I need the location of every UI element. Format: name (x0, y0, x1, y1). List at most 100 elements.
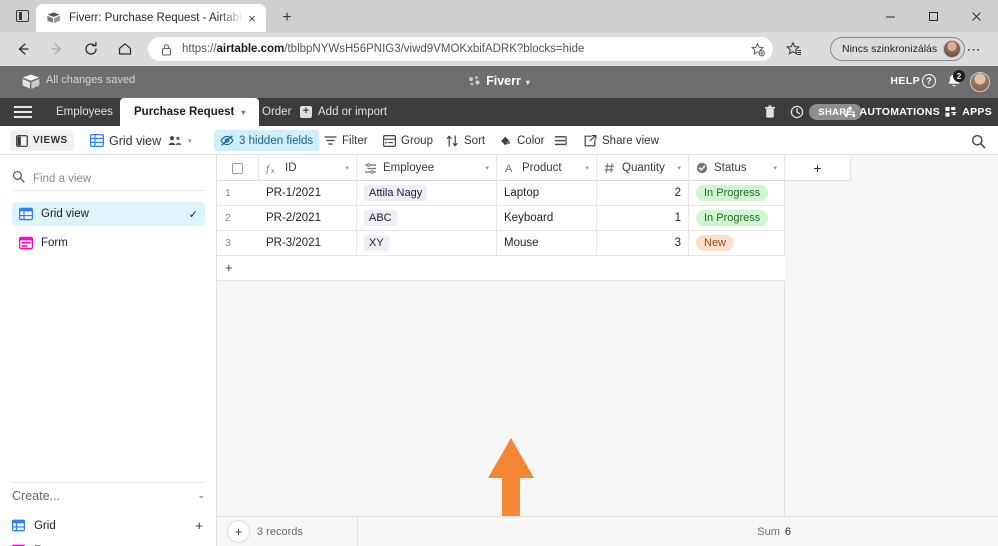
add-record-button[interactable]: + (227, 520, 250, 543)
cell-employee[interactable]: XY (357, 231, 497, 255)
cell-employee[interactable]: Attila Nagy (357, 181, 497, 205)
close-icon[interactable]: × (244, 10, 260, 26)
browser-menu-icon[interactable]: ⋯ (962, 38, 986, 60)
column-header-quantity[interactable]: Quantity ▾ (597, 155, 689, 181)
sidebar-view-form[interactable]: Form (12, 231, 205, 255)
help-icon[interactable]: ? (922, 74, 936, 88)
sidebar-view-grid-view[interactable]: Grid view ✓ (12, 202, 205, 226)
base-name[interactable]: Fiverr ▾ (0, 74, 998, 90)
browser-tab[interactable]: Fiverr: Purchase Request - Airtable × (36, 4, 266, 32)
add-view-button[interactable]: + (195, 519, 205, 532)
table-row[interactable]: 1 PR-1/2021 Attila Nagy Laptop 2 In Prog… (217, 181, 785, 206)
chevron-down-icon[interactable]: ⌄ (197, 490, 205, 501)
notification-badge: 2 (953, 70, 965, 82)
cell-employee[interactable]: ABC (357, 206, 497, 230)
profile-sync-button[interactable]: Nincs szinkronizálás (830, 37, 966, 61)
chevron-down-icon[interactable]: ▾ (585, 164, 589, 172)
status-badge: In Progress (696, 185, 769, 201)
add-or-import-button[interactable]: + Add or import (300, 98, 387, 126)
chevron-down-icon[interactable]: ▾ (188, 137, 192, 145)
cell-status[interactable]: New (689, 231, 785, 255)
cell-quantity[interactable]: 1 (597, 206, 689, 230)
color-button[interactable]: Color (493, 130, 550, 151)
favorites-icon[interactable] (782, 38, 806, 60)
column-header-id[interactable]: fx ID ▾ (259, 155, 357, 181)
lock-icon[interactable] (158, 43, 174, 56)
apps-button[interactable]: APPS (945, 98, 992, 126)
new-tab-button[interactable]: + (276, 7, 298, 29)
table-row[interactable]: 3 PR-3/2021 XY Mouse 3 New (217, 231, 785, 256)
automations-label: AUTOMATIONS (859, 106, 940, 118)
column-header-product[interactable]: A Product ▾ (497, 155, 597, 181)
table-row[interactable]: 2 PR-2/2021 ABC Keyboard 1 In Progress (217, 206, 785, 231)
views-sidebar: Grid view ✓ Form Create... ⌄ Grid + Form… (0, 155, 217, 546)
cell-product[interactable]: Laptop (497, 181, 597, 205)
cell-id[interactable]: PR-3/2021 (259, 231, 357, 255)
hamburger-menu-icon[interactable] (12, 104, 34, 120)
cell-id[interactable]: PR-1/2021 (259, 181, 357, 205)
find-a-view-input[interactable] (33, 172, 188, 185)
share-view-button[interactable]: Share view (578, 130, 665, 151)
table-tab-purchase-request[interactable]: Purchase Request ▾ (120, 98, 260, 126)
views-toggle-button[interactable]: VIEWS (10, 130, 74, 151)
help-link[interactable]: HELP (890, 75, 920, 87)
automations-button[interactable]: AUTOMATIONS (844, 98, 941, 126)
chevron-down-icon[interactable]: ▾ (241, 108, 245, 117)
add-row-button[interactable]: + (217, 256, 785, 281)
linked-record-chip[interactable]: Attila Nagy (364, 185, 428, 201)
row-height-icon (554, 135, 567, 147)
create-view-grid[interactable]: Grid + (11, 513, 205, 538)
cell-status[interactable]: In Progress (689, 206, 785, 230)
window-close-button[interactable] (955, 0, 998, 32)
search-icon[interactable] (968, 131, 988, 151)
add-favorite-icon[interactable] (747, 42, 767, 57)
linked-record-chip[interactable]: ABC (364, 210, 397, 226)
cell-product[interactable]: Mouse (497, 231, 597, 255)
sort-button[interactable]: Sort (440, 130, 491, 151)
find-a-view-row[interactable] (12, 167, 205, 191)
create-section-header[interactable]: Create... ⌄ (12, 482, 205, 504)
create-view-form[interactable]: Form + (11, 538, 205, 546)
linked-record-chip[interactable]: XY (364, 235, 389, 251)
grid-footer: + 3 records Sum 6 (217, 516, 998, 546)
column-header-employee[interactable]: Employee ▾ (357, 155, 497, 181)
home-icon[interactable] (112, 36, 138, 62)
trash-icon[interactable] (764, 98, 776, 126)
user-avatar[interactable] (970, 72, 990, 92)
add-field-button[interactable]: + (785, 155, 851, 181)
cell-id[interactable]: PR-2/2021 (259, 206, 357, 230)
window-minimize-button[interactable] (869, 0, 912, 32)
window-maximize-button[interactable] (912, 0, 955, 32)
chevron-down-icon[interactable]: ▾ (485, 164, 489, 172)
table-tab-order[interactable]: Order (248, 98, 305, 126)
reload-icon[interactable] (78, 36, 104, 62)
create-label: Create... (12, 488, 60, 503)
cell-quantity[interactable]: 2 (597, 181, 689, 205)
select-all-checkbox[interactable] (217, 155, 259, 181)
filter-button[interactable]: Filter (318, 130, 374, 151)
group-button[interactable]: Group (377, 130, 439, 151)
hidden-fields-button[interactable]: 3 hidden fields (214, 130, 320, 151)
column-header-status[interactable]: Status ▾ (689, 155, 785, 181)
sort-icon (446, 134, 459, 147)
views-label: VIEWS (33, 135, 68, 146)
summary-sum[interactable]: Sum 6 (651, 526, 791, 538)
summary-value: 6 (784, 526, 791, 538)
current-view-button[interactable]: Grid view ▾ (84, 130, 198, 151)
history-icon[interactable] (790, 98, 804, 126)
summary-label: Sum (757, 526, 780, 538)
cell-status[interactable]: In Progress (689, 181, 785, 205)
chevron-down-icon[interactable]: ▾ (773, 164, 777, 172)
apps-label: APPS (962, 106, 992, 118)
chevron-down-icon[interactable]: ▾ (345, 164, 349, 172)
back-arrow-icon[interactable] (10, 36, 36, 62)
plus-icon[interactable]: + (225, 260, 233, 275)
cell-product[interactable]: Keyboard (497, 206, 597, 230)
address-bar[interactable]: https://airtable.com/tblbpNYWsH56PNIG3/v… (148, 37, 773, 61)
chevron-down-icon[interactable]: ▾ (677, 164, 681, 172)
cell-quantity[interactable]: 3 (597, 231, 689, 255)
tab-list-icon[interactable] (8, 4, 36, 28)
chevron-down-icon[interactable]: ▾ (526, 78, 530, 87)
row-height-button[interactable] (548, 130, 573, 151)
table-tab-employees[interactable]: Employees (42, 98, 127, 126)
